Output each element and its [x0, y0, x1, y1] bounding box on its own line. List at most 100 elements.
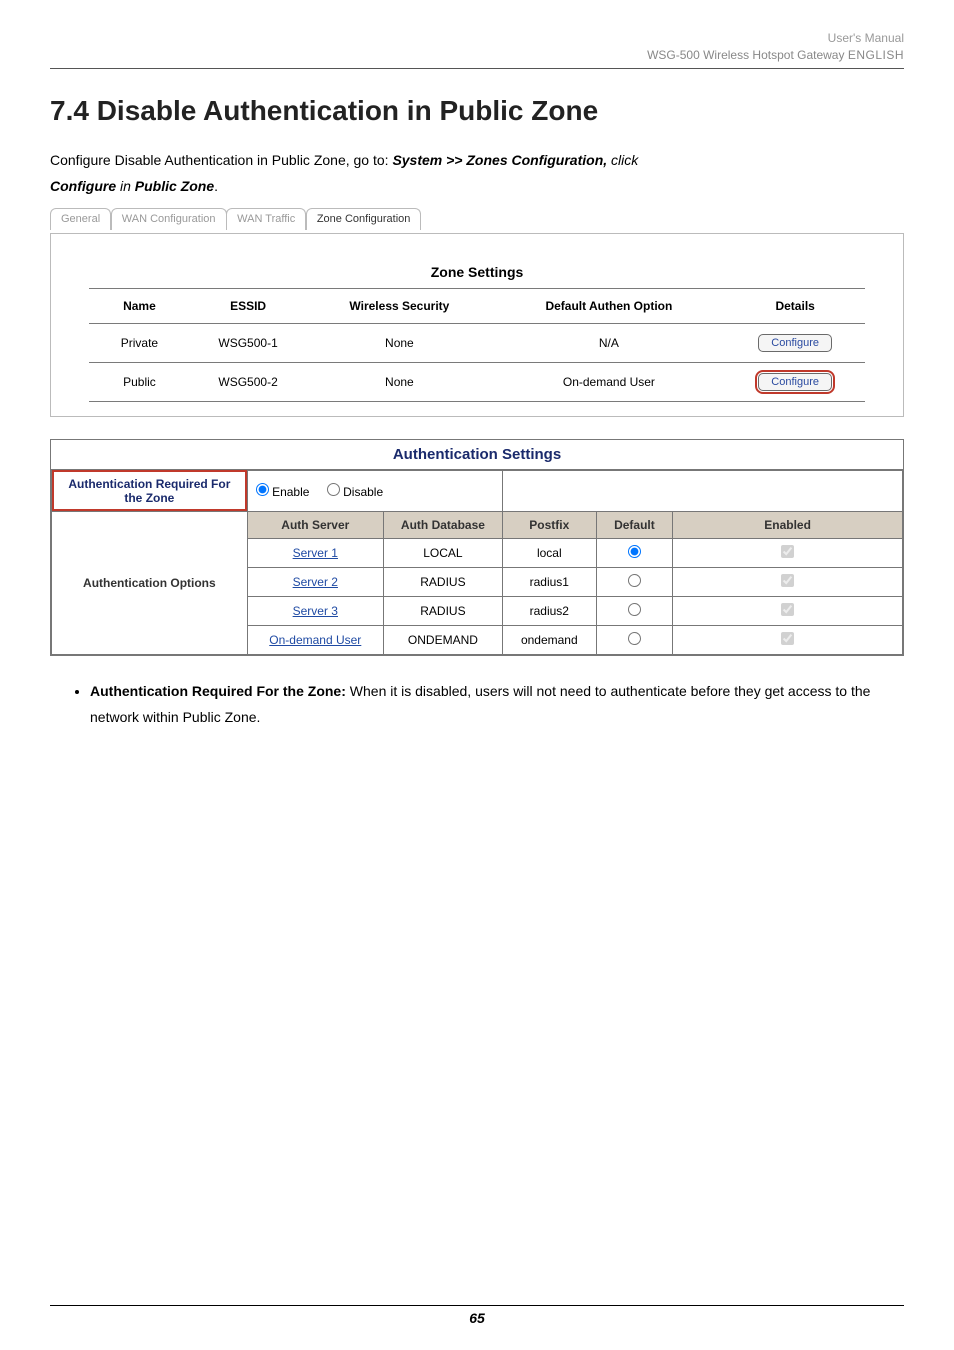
auth-enable-option[interactable]: Enable — [256, 485, 310, 499]
default-server3-radio[interactable] — [628, 603, 641, 616]
auth-server3-default — [596, 596, 673, 625]
zone-header-row: Name ESSID Wireless Security Default Aut… — [89, 288, 865, 323]
auth-disable-label: Disable — [343, 485, 383, 499]
footer-rule — [50, 1305, 904, 1306]
tab-wan-traffic[interactable]: WAN Traffic — [226, 208, 306, 230]
auth-options-label: Authentication Options — [52, 511, 248, 654]
zone-private-details: Configure — [725, 323, 865, 362]
zone-col-security: Wireless Security — [306, 288, 492, 323]
auth-server2-enabled — [673, 567, 903, 596]
server-2-link[interactable]: Server 2 — [293, 575, 338, 589]
authentication-settings-table: Authentication Required For the Zone Ena… — [51, 470, 903, 655]
intro-public: Public Zone — [135, 178, 214, 194]
zone-col-essid: ESSID — [190, 288, 306, 323]
zone-private-security: None — [306, 323, 492, 362]
page-number: 65 — [50, 1310, 904, 1326]
auth-enable-label: Enable — [272, 485, 309, 499]
bullet-item: Authentication Required For the Zone: Wh… — [90, 678, 904, 731]
auth-server1-db: LOCAL — [383, 538, 502, 567]
header-line-2: WSG-500 Wireless Hotspot Gateway ENGLISH — [50, 47, 904, 64]
tab-wan-configuration[interactable]: WAN Configuration — [111, 208, 227, 230]
enabled-server1-checkbox — [781, 545, 794, 558]
tab-zone-configuration[interactable]: Zone Configuration — [306, 208, 422, 230]
bullet-list: Authentication Required For the Zone: Wh… — [76, 678, 904, 731]
auth-server1-postfix: local — [503, 538, 597, 567]
intro-paragraph: Configure Disable Authentication in Publ… — [50, 147, 904, 200]
configure-private-button[interactable]: Configure — [758, 334, 832, 352]
authentication-settings-title: Authentication Settings — [51, 440, 903, 470]
zone-public-name: Public — [89, 362, 190, 401]
server-3-link[interactable]: Server 3 — [293, 604, 338, 618]
page-header: User's Manual WSG-500 Wireless Hotspot G… — [50, 30, 904, 64]
auth-col-postfix: Postfix — [503, 511, 597, 538]
auth-server2-db: RADIUS — [383, 567, 502, 596]
zone-col-details: Details — [725, 288, 865, 323]
authentication-settings-panel: Authentication Settings Authentication R… — [50, 439, 904, 656]
zone-settings-caption: Zone Settings — [89, 260, 865, 288]
auth-ondemand-default — [596, 625, 673, 654]
auth-server3-postfix: radius2 — [503, 596, 597, 625]
auth-disable-option[interactable]: Disable — [327, 485, 383, 499]
auth-required-row: Authentication Required For the Zone Ena… — [52, 470, 903, 511]
auth-server3-db: RADIUS — [383, 596, 502, 625]
configure-public-button[interactable]: Configure — [758, 373, 832, 391]
on-demand-user-link[interactable]: On-demand User — [269, 633, 361, 647]
zone-configuration-panel: Zone Settings Name ESSID Wireless Securi… — [50, 233, 904, 417]
auth-ondemand-cell: On-demand User — [247, 625, 383, 654]
default-ondemand-radio[interactable] — [628, 632, 641, 645]
auth-server1-default — [596, 538, 673, 567]
auth-col-default: Default — [596, 511, 673, 538]
header-product: WSG-500 Wireless Hotspot Gateway — [647, 48, 848, 62]
zone-row-public: Public WSG500-2 None On-demand User Conf… — [89, 362, 865, 401]
zone-public-authen: On-demand User — [493, 362, 726, 401]
zone-private-authen: N/A — [493, 323, 726, 362]
intro-configure: Configure — [50, 178, 116, 194]
auth-options-header-row: Authentication Options Auth Server Auth … — [52, 511, 903, 538]
intro-pre: Configure Disable Authentication in Publ… — [50, 152, 392, 168]
enabled-server2-checkbox — [781, 574, 794, 587]
intro-in: in — [116, 178, 135, 194]
auth-col-database: Auth Database — [383, 511, 502, 538]
zone-public-details: Configure — [725, 362, 865, 401]
auth-required-label: Authentication Required For the Zone — [52, 470, 248, 511]
auth-server2-default — [596, 567, 673, 596]
auth-enable-disable-cell: Enable Disable — [247, 470, 502, 511]
auth-server2-postfix: radius1 — [503, 567, 597, 596]
zone-private-name: Private — [89, 323, 190, 362]
auth-ondemand-postfix: ondemand — [503, 625, 597, 654]
page-footer: 65 — [50, 1305, 904, 1326]
auth-col-server: Auth Server — [247, 511, 383, 538]
bullet-lead: Authentication Required For the Zone: — [90, 683, 350, 699]
header-rule — [50, 68, 904, 69]
enabled-server3-checkbox — [781, 603, 794, 616]
zone-row-private: Private WSG500-1 None N/A Configure — [89, 323, 865, 362]
auth-server3-enabled — [673, 596, 903, 625]
intro-path: System >> Zones Configuration, — [392, 152, 611, 168]
enabled-ondemand-checkbox — [781, 632, 794, 645]
auth-ondemand-db: ONDEMAND — [383, 625, 502, 654]
auth-server2-cell: Server 2 — [247, 567, 383, 596]
intro-click: click — [611, 152, 638, 168]
tab-strip: General WAN Configuration WAN Traffic Zo… — [50, 208, 904, 234]
section-title: 7.4 Disable Authentication in Public Zon… — [50, 95, 904, 127]
auth-disable-radio[interactable] — [327, 483, 340, 496]
header-line-1: User's Manual — [50, 30, 904, 47]
zone-settings-table: Zone Settings Name ESSID Wireless Securi… — [89, 260, 865, 402]
zone-private-essid: WSG500-1 — [190, 323, 306, 362]
auth-col-enabled: Enabled — [673, 511, 903, 538]
server-1-link[interactable]: Server 1 — [293, 546, 338, 560]
auth-required-spacer — [503, 470, 903, 511]
auth-ondemand-enabled — [673, 625, 903, 654]
default-server1-radio[interactable] — [628, 545, 641, 558]
intro-dot: . — [214, 178, 218, 194]
zone-public-security: None — [306, 362, 492, 401]
auth-server1-enabled — [673, 538, 903, 567]
zone-public-essid: WSG500-2 — [190, 362, 306, 401]
zone-col-authen: Default Authen Option — [493, 288, 726, 323]
auth-enable-radio[interactable] — [256, 483, 269, 496]
tab-general[interactable]: General — [50, 208, 111, 230]
default-server2-radio[interactable] — [628, 574, 641, 587]
auth-server3-cell: Server 3 — [247, 596, 383, 625]
header-language: ENGLISH — [848, 48, 904, 62]
zone-col-name: Name — [89, 288, 190, 323]
